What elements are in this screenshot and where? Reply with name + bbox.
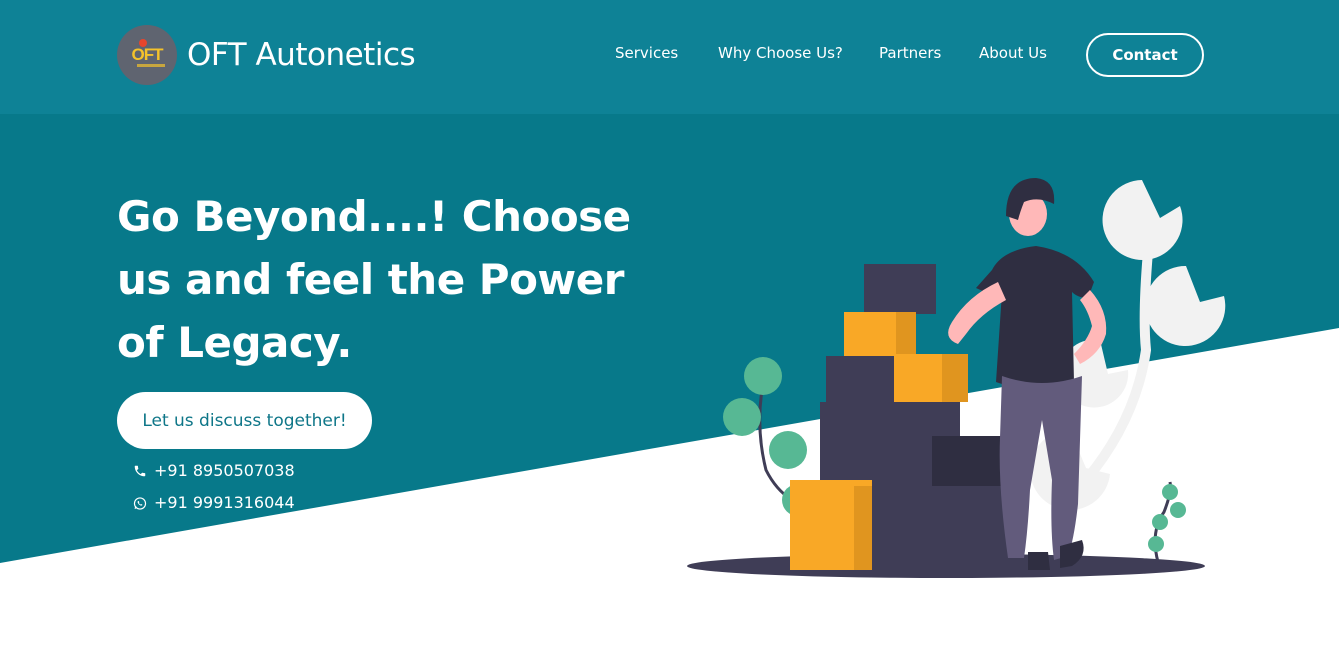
site-header: OFT OFT Autonetics Services Why Choose U… [0,0,1339,114]
nav-about-us[interactable]: About Us [979,44,1047,62]
contact-button[interactable]: Contact [1086,33,1204,77]
phone-icon [133,464,147,478]
logo-badge: OFT [117,25,177,85]
nav-services[interactable]: Services [615,44,678,62]
whatsapp-icon [133,496,147,510]
whatsapp-number: +91 9991316044 [154,493,295,512]
logo[interactable]: OFT OFT Autonetics [117,25,416,85]
hero-headline: Go Beyond....! Choose us and feel the Po… [117,192,631,367]
nav-why-choose-us[interactable]: Why Choose Us? [718,44,843,62]
delivery-illustration [687,178,1226,578]
nav-partners[interactable]: Partners [879,44,941,62]
decorative-plant-right [1148,481,1186,563]
discuss-cta-button[interactable]: Let us discuss together! [117,392,372,449]
logo-text: OFT [131,45,164,64]
brand-name: OFT Autonetics [187,37,416,73]
whatsapp-contact[interactable]: +91 9991316044 [133,493,295,512]
phone-contact[interactable]: +91 8950507038 [133,461,295,480]
phone-number: +91 8950507038 [154,461,295,480]
